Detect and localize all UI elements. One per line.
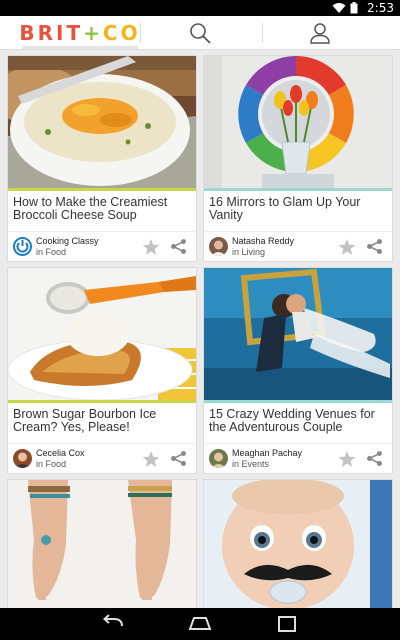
author-avatar[interactable] bbox=[209, 237, 228, 256]
category-accent-bar bbox=[8, 400, 196, 403]
logo-brit: BRIT bbox=[19, 21, 84, 45]
share-icon[interactable] bbox=[170, 450, 187, 467]
back-icon[interactable] bbox=[100, 614, 126, 634]
star-icon[interactable] bbox=[338, 238, 356, 256]
star-icon[interactable] bbox=[142, 450, 160, 468]
article-card[interactable] bbox=[203, 479, 393, 608]
ice-cream-photo bbox=[8, 268, 196, 400]
recent-apps-icon[interactable] bbox=[274, 614, 300, 634]
article-card[interactable]: Brown Sugar Bourbon Ice Cream? Yes, Plea… bbox=[7, 267, 197, 474]
mirror-photo bbox=[204, 56, 392, 188]
logo-underline bbox=[22, 46, 138, 49]
card-footer: Meaghan Pachay in Events bbox=[204, 443, 392, 473]
author-category: in Events bbox=[232, 459, 270, 469]
article-title[interactable]: How to Make the Creamiest Broccoli Chees… bbox=[13, 196, 193, 222]
share-icon[interactable] bbox=[366, 238, 383, 255]
article-card[interactable]: 15 Crazy Wedding Venues for the Adventur… bbox=[203, 267, 393, 474]
share-icon[interactable] bbox=[170, 238, 187, 255]
article-image[interactable] bbox=[204, 56, 392, 188]
soup-photo bbox=[8, 56, 196, 188]
logo-co: CO bbox=[102, 21, 141, 45]
battery-icon bbox=[350, 2, 358, 14]
avatar-photo bbox=[211, 452, 226, 468]
card-footer: Cecelia Cox in Food bbox=[8, 443, 196, 473]
profile-icon[interactable] bbox=[308, 21, 332, 45]
baby-mustache-photo bbox=[204, 480, 392, 608]
home-icon[interactable] bbox=[187, 614, 213, 634]
article-image[interactable] bbox=[204, 480, 392, 608]
card-footer: Natasha Reddy in Living bbox=[204, 231, 392, 261]
avatar-photo bbox=[15, 452, 30, 468]
status-bar: 2:53 bbox=[0, 0, 400, 16]
author-category: in Food bbox=[36, 247, 67, 257]
article-feed[interactable]: How to Make the Creamiest Broccoli Chees… bbox=[0, 50, 400, 608]
card-footer: Cooking Classy in Food bbox=[8, 231, 196, 261]
article-card[interactable]: How to Make the Creamiest Broccoli Chees… bbox=[7, 55, 197, 262]
star-icon[interactable] bbox=[142, 238, 160, 256]
article-title[interactable]: 15 Crazy Wedding Venues for the Adventur… bbox=[209, 408, 389, 434]
author-name[interactable]: Natasha Reddy bbox=[232, 236, 294, 246]
power-icon bbox=[16, 240, 29, 253]
author-name[interactable]: Cecelia Cox bbox=[36, 448, 85, 458]
manicure-photo bbox=[8, 480, 196, 608]
author-name[interactable]: Meaghan Pachay bbox=[232, 448, 302, 458]
author-name[interactable]: Cooking Classy bbox=[36, 236, 99, 246]
category-accent-bar bbox=[204, 188, 392, 191]
app-header: BRIT + CO bbox=[0, 16, 400, 50]
author-category: in Food bbox=[36, 459, 67, 469]
avatar-photo bbox=[211, 240, 226, 256]
system-nav-bar bbox=[0, 608, 400, 640]
share-icon[interactable] bbox=[366, 450, 383, 467]
author-avatar[interactable] bbox=[13, 449, 32, 468]
article-image[interactable] bbox=[8, 56, 196, 188]
article-image[interactable] bbox=[8, 268, 196, 400]
logo-plus: + bbox=[83, 21, 103, 45]
author-category: in Living bbox=[232, 247, 266, 257]
category-accent-bar bbox=[204, 400, 392, 403]
category-accent-bar bbox=[8, 188, 196, 191]
article-card[interactable]: 16 Mirrors to Glam Up Your Vanity Natash… bbox=[203, 55, 393, 262]
star-icon[interactable] bbox=[338, 450, 356, 468]
brit-co-logo[interactable]: BRIT + CO bbox=[19, 19, 141, 47]
underwater-wedding-photo bbox=[204, 268, 392, 400]
status-time: 2:53 bbox=[367, 1, 394, 15]
article-image[interactable] bbox=[204, 268, 392, 400]
article-title[interactable]: 16 Mirrors to Glam Up Your Vanity bbox=[209, 196, 389, 222]
wifi-icon bbox=[332, 3, 346, 13]
header-divider bbox=[140, 23, 141, 43]
status-icons bbox=[332, 2, 358, 14]
article-title[interactable]: Brown Sugar Bourbon Ice Cream? Yes, Plea… bbox=[13, 408, 193, 434]
article-card[interactable] bbox=[7, 479, 197, 608]
search-icon[interactable] bbox=[188, 21, 212, 45]
author-avatar[interactable] bbox=[13, 237, 32, 256]
author-avatar[interactable] bbox=[209, 449, 228, 468]
header-divider bbox=[262, 23, 263, 43]
article-image[interactable] bbox=[8, 480, 196, 608]
